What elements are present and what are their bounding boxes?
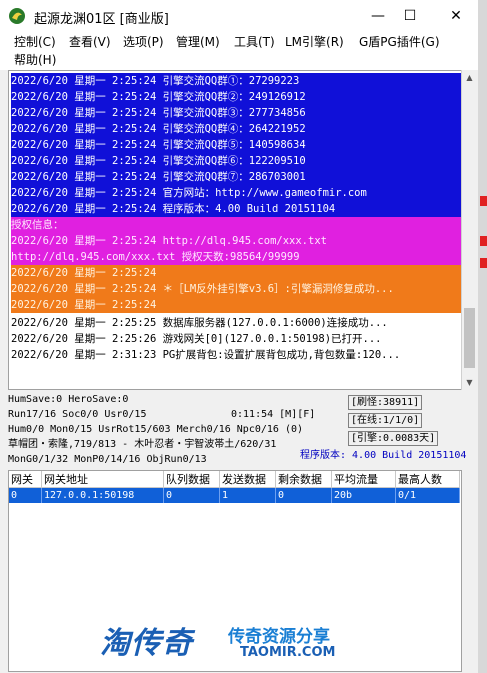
log-line: 2022/6/20 星期一 2:25:24 引擎交流QQ群④：264221952	[11, 121, 461, 137]
status-mon: MonG0/1/32 MonP0/14/16 ObjRun0/13	[8, 454, 207, 465]
col-avg-traffic[interactable]: 平均流量	[331, 471, 396, 488]
cell-gateway-address: 127.0.0.1:50198	[41, 487, 164, 503]
log-line: 2022/6/20 星期一 2:25:24 引擎交流QQ群⑤：140598634	[11, 137, 461, 153]
watermark-domain: TAOMIR.COM	[240, 645, 336, 660]
log-line: 2022/6/20 星期一 2:25:24	[11, 265, 461, 281]
status-save: HumSave:0 HeroSave:0	[8, 394, 129, 405]
app-dragon-icon	[8, 7, 26, 25]
menu-view[interactable]: 查看(V)	[69, 34, 111, 50]
engine-uptime: [引擎:0.0083天]	[348, 431, 439, 446]
log-line: 2022/6/20 星期一 2:25:24 ＊［LM反外挂引擎v3.6］:引擎漏…	[11, 281, 461, 297]
background-marker	[480, 236, 487, 246]
status-hum: Hum0/0 Mon0/15 UsrRot15/603 Merch0/16 Np…	[8, 424, 304, 435]
log-line: 2022/6/20 星期一 2:25:24 引擎交流QQ群③：277734856	[11, 105, 461, 121]
title-bar[interactable]: 起源龙渊01区 [商业版] — ☐ ✕	[0, 0, 478, 32]
log-line: 2022/6/20 星期一 2:25:24 引擎交流QQ群②：249126912	[11, 89, 461, 105]
scroll-up-icon[interactable]: ▲	[462, 70, 477, 85]
menu-tools[interactable]: 工具(T)	[234, 34, 275, 50]
col-queue-data[interactable]: 队列数据	[163, 471, 220, 488]
log-line: 2022/6/20 星期一 2:25:24	[11, 297, 461, 313]
log-line: 2022/6/20 星期一 2:25:25 数据库服务器(127.0.0.1:6…	[11, 317, 388, 329]
table-header-row: 网关 网关地址 队列数据 发送数据 剩余数据 平均流量 最高人数	[9, 471, 460, 488]
log-line: http://dlq.945.com/xxx.txt 授权天数:98564/99…	[11, 249, 461, 265]
cell-max-players: 0/1	[395, 487, 460, 503]
col-remaining-data[interactable]: 剩余数据	[275, 471, 332, 488]
background-window-edge	[478, 0, 487, 673]
cell-remaining-data: 0	[275, 487, 332, 503]
status-players: 草帽团・索隆,719/813 - 木叶忍者・宇智波帯土/620/31	[8, 439, 277, 450]
col-gateway-address[interactable]: 网关地址	[41, 471, 164, 488]
table-row[interactable]: 0 127.0.0.1:50198 0 1 0 20b 0/1	[9, 487, 460, 503]
log-line: 2022/6/20 星期一 2:25:24 引擎交流QQ群⑦：286703001	[11, 169, 461, 185]
background-marker	[480, 258, 487, 268]
cell-send-data: 1	[219, 487, 276, 503]
status-run: Run17/16 Soc0/0 Usr0/15	[8, 409, 147, 420]
menu-help[interactable]: 帮助(H)	[14, 52, 56, 68]
menu-lm-engine[interactable]: LM引擎(R)	[285, 34, 344, 50]
app-window: 起源龙渊01区 [商业版] — ☐ ✕ 控制(C) 查看(V) 选项(P) 管理…	[0, 0, 479, 673]
menu-g-shield-pg[interactable]: G盾PG插件(G)	[359, 34, 440, 50]
log-line: 2022/6/20 星期一 2:25:26 游戏网关[0](127.0.0.1:…	[11, 333, 382, 345]
log-line: 授权信息：	[11, 217, 461, 233]
online-counter: [在线:1/1/0]	[348, 413, 423, 428]
log-line: 2022/6/20 星期一 2:25:24 引擎交流QQ群⑥：122209510	[11, 153, 461, 169]
menu-manage[interactable]: 管理(M)	[176, 34, 220, 50]
server-log[interactable]: 2022/6/20 星期一 2:25:24 引擎交流QQ群①：27299223 …	[8, 70, 462, 390]
program-version: 程序版本: 4.00 Build 20151104	[300, 450, 467, 461]
window-title: 起源龙渊01区 [商业版]	[34, 12, 169, 27]
log-line: 2022/6/20 星期一 2:25:24 引擎交流QQ群①：27299223	[11, 73, 461, 89]
scroll-thumb[interactable]	[464, 308, 475, 368]
watermark-logo: 淘传奇	[100, 626, 193, 661]
cell-queue-data: 0	[163, 487, 220, 503]
status-clock: 0:11:54 [M][F]	[231, 409, 316, 420]
background-marker	[480, 196, 487, 206]
log-line: 2022/6/20 星期一 2:25:24 官方网站：http://www.ga…	[11, 185, 461, 201]
refresh-monster-counter: [刷怪:38911]	[348, 395, 423, 410]
menu-control[interactable]: 控制(C)	[14, 34, 56, 50]
watermark-tagline: 传奇资源分享	[228, 627, 330, 647]
maximize-button[interactable]: ☐	[390, 0, 430, 32]
col-send-data[interactable]: 发送数据	[219, 471, 276, 488]
menu-bar: 控制(C) 查看(V) 选项(P) 管理(M) 工具(T) LM引擎(R) G盾…	[0, 32, 478, 70]
log-line: 2022/6/20 星期一 2:25:24 程序版本：4.00 Build 20…	[11, 201, 461, 217]
log-line: 2022/6/20 星期一 2:31:23 PG扩展背包:设置扩展背包成功,背包…	[11, 349, 401, 361]
log-line: 2022/6/20 星期一 2:25:24 http://dlq.945.com…	[11, 233, 461, 249]
close-button[interactable]: ✕	[436, 0, 476, 32]
menu-options[interactable]: 选项(P)	[123, 34, 164, 50]
log-scrollbar[interactable]: ▲ ▼	[461, 70, 477, 390]
watermark: 淘传奇 传奇资源分享 TAOMIR.COM	[100, 618, 400, 668]
col-gateway[interactable]: 网关	[9, 471, 42, 488]
cell-gateway: 0	[9, 487, 42, 503]
col-max-players[interactable]: 最高人数	[395, 471, 460, 488]
scroll-down-icon[interactable]: ▼	[462, 375, 477, 390]
cell-avg-traffic: 20b	[331, 487, 396, 503]
